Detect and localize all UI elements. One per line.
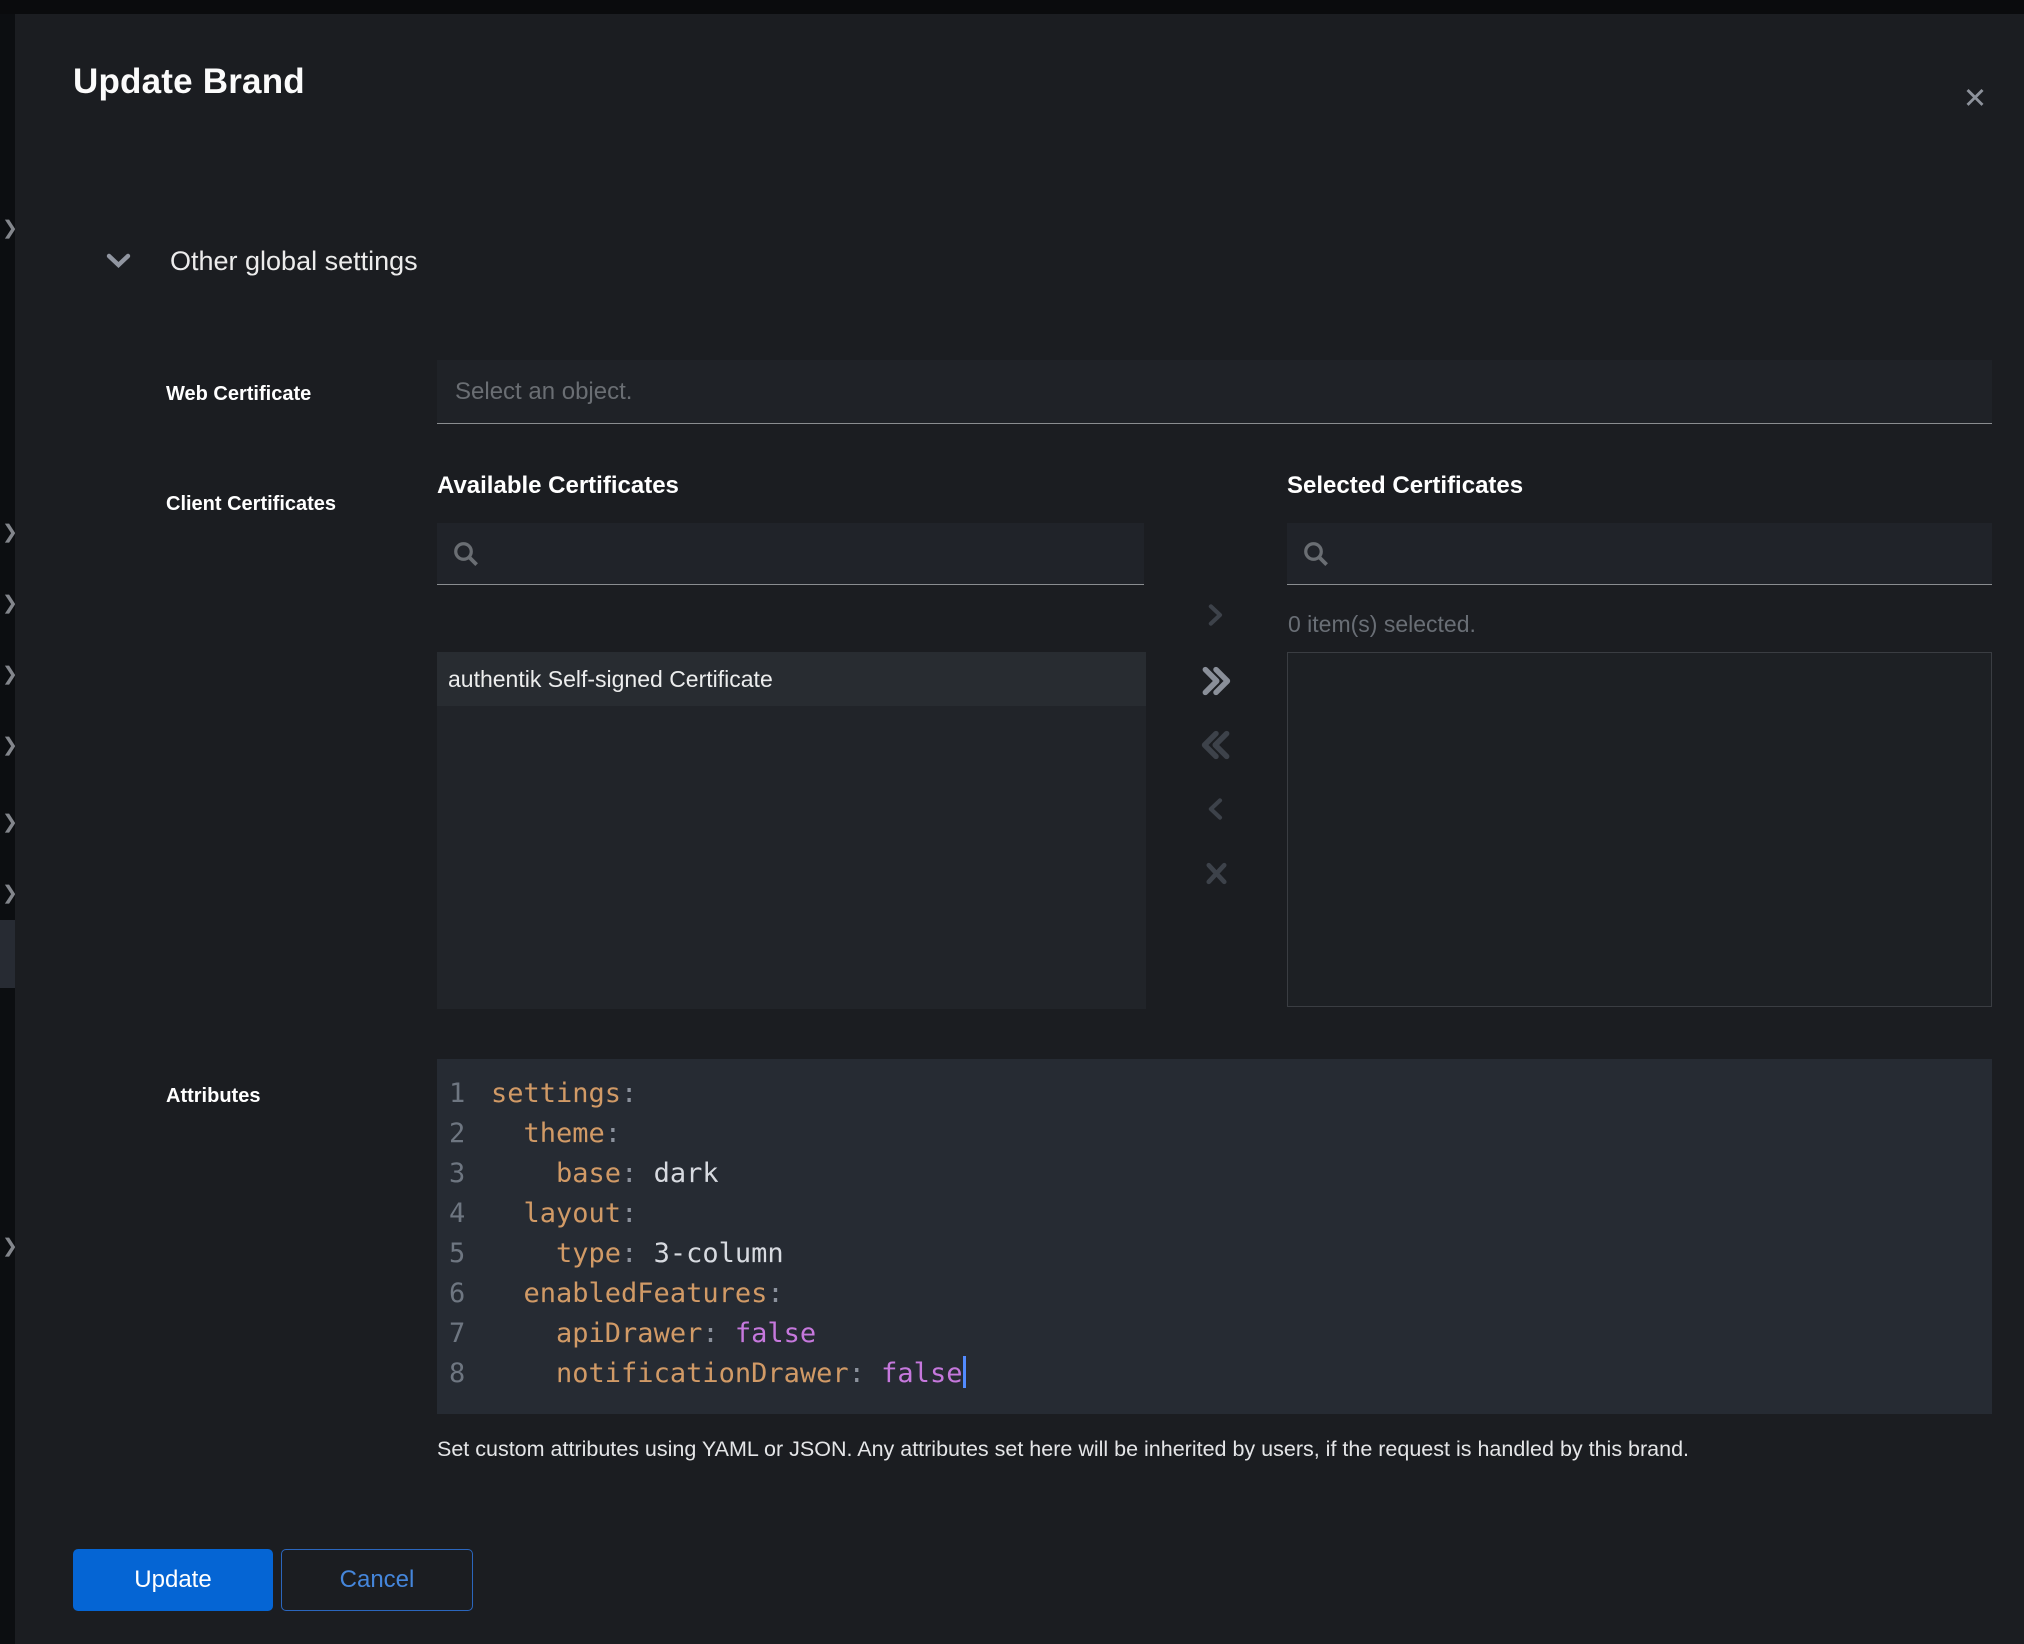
- line-number: 5: [449, 1234, 475, 1274]
- close-icon: ✕: [1963, 83, 1987, 115]
- selected-status: 0 item(s) selected.: [1288, 611, 1476, 638]
- chevron-right-icon: ❯: [2, 1237, 15, 1256]
- group-label: Other global settings: [170, 246, 418, 277]
- available-certificates-heading: Available Certificates: [437, 472, 679, 500]
- left-sidebar-sliver: ❯ ❯ ❯ ❯ ❯ ❯ ❯ ❯: [0, 14, 15, 1644]
- line-number: 8: [449, 1354, 475, 1394]
- line-number: 3: [449, 1154, 475, 1194]
- attributes-help-text: Set custom attributes using YAML or JSON…: [437, 1434, 1967, 1464]
- code-line: 1settings:: [449, 1074, 1992, 1114]
- line-number: 4: [449, 1194, 475, 1234]
- selected-search-input[interactable]: [1331, 540, 1992, 567]
- clear-selection-button[interactable]: [1194, 851, 1238, 895]
- available-certificates-list: authentik Self-signed Certificate: [437, 652, 1146, 1009]
- attributes-code-editor[interactable]: 1settings:2 theme:3 base: dark4 layout:5…: [437, 1059, 1992, 1414]
- code-line: 2 theme:: [449, 1114, 1992, 1154]
- client-certificates-label: Client Certificates: [166, 493, 336, 516]
- angle-double-right-icon: [1200, 665, 1232, 697]
- line-number: 2: [449, 1114, 475, 1154]
- available-search-input[interactable]: [481, 540, 1144, 567]
- chevron-right-icon: ❯: [2, 665, 15, 684]
- search-icon: [451, 539, 481, 569]
- code-line: 4 layout:: [449, 1194, 1992, 1234]
- code-line: 8 notificationDrawer: false: [449, 1354, 1992, 1394]
- chevron-right-icon: ❯: [2, 736, 15, 755]
- code-line: 6 enabledFeatures:: [449, 1274, 1992, 1314]
- remove-selected-button[interactable]: [1194, 787, 1238, 831]
- line-number: 1: [449, 1074, 475, 1114]
- available-search-box: [437, 523, 1144, 585]
- selected-certificates-list: [1287, 652, 1992, 1007]
- search-icon: [1301, 539, 1331, 569]
- sidebar-selected-item-fragment: [0, 920, 15, 988]
- chevron-right-icon: ❯: [2, 884, 15, 903]
- remove-all-button[interactable]: [1194, 723, 1238, 767]
- modal-title: Update Brand: [73, 62, 305, 102]
- group-toggle-other-global-settings[interactable]: Other global settings: [105, 240, 418, 282]
- code-line: 5 type: 3-column: [449, 1234, 1992, 1274]
- web-certificate-input[interactable]: [437, 360, 1992, 424]
- add-all-button[interactable]: [1194, 659, 1238, 703]
- selected-search-box: [1287, 523, 1992, 585]
- code-line: 7 apiDrawer: false: [449, 1314, 1992, 1354]
- angle-left-icon: [1204, 797, 1228, 821]
- cancel-button[interactable]: Cancel: [281, 1549, 473, 1611]
- selected-certificates-heading: Selected Certificates: [1287, 472, 1523, 500]
- chevron-right-icon: ❯: [2, 219, 15, 238]
- chevron-right-icon: ❯: [2, 523, 15, 542]
- chevron-down-icon: [105, 252, 132, 270]
- line-number: 6: [449, 1274, 475, 1314]
- close-button[interactable]: ✕: [1951, 76, 1999, 120]
- update-button[interactable]: Update: [73, 1549, 273, 1611]
- list-item-certificate[interactable]: authentik Self-signed Certificate: [437, 652, 1146, 706]
- attributes-label: Attributes: [166, 1085, 260, 1108]
- code-line: 3 base: dark: [449, 1154, 1992, 1194]
- times-icon: [1203, 860, 1230, 887]
- angle-double-left-icon: [1200, 729, 1232, 761]
- text-cursor: [963, 1356, 966, 1388]
- modal-dialog: Update Brand ✕ Other global settings Web…: [15, 14, 2024, 1644]
- angle-right-icon: [1204, 603, 1228, 627]
- chevron-right-icon: ❯: [2, 813, 15, 832]
- chevron-right-icon: ❯: [2, 594, 15, 613]
- line-number: 7: [449, 1314, 475, 1354]
- web-certificate-label: Web Certificate: [166, 383, 311, 406]
- add-selected-button[interactable]: [1194, 593, 1238, 637]
